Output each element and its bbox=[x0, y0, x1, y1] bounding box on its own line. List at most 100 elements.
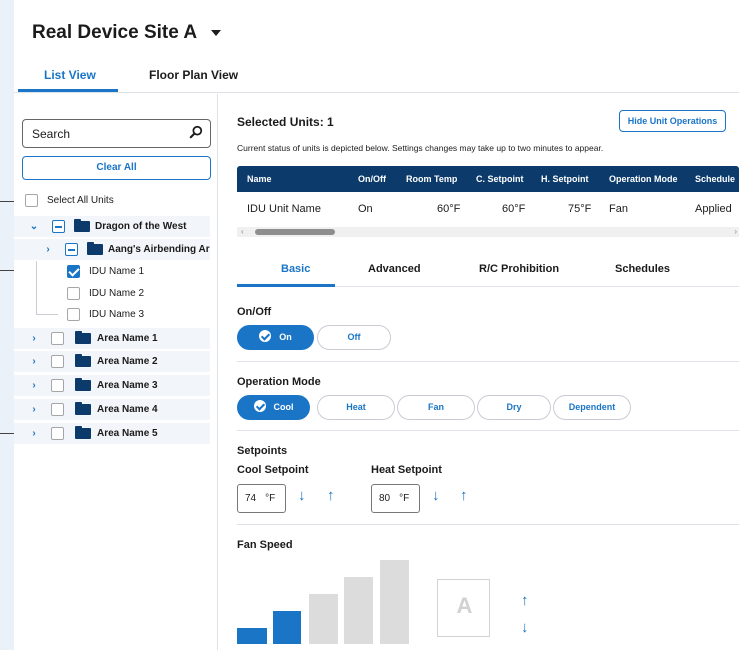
unit-row[interactable]: IDU Name 3 bbox=[14, 304, 210, 325]
arrow-up-icon[interactable]: ↑ bbox=[460, 487, 468, 504]
off-button[interactable]: Off bbox=[317, 325, 391, 350]
tab-floor-plan-view[interactable]: Floor Plan View bbox=[149, 68, 238, 82]
tab-schedules[interactable]: Schedules bbox=[615, 263, 670, 275]
subgroup-checkbox[interactable] bbox=[65, 243, 78, 256]
area-label: Area Name 1 bbox=[97, 333, 158, 344]
column-header[interactable]: Schedule bbox=[695, 174, 735, 184]
view-tabs: List View Floor Plan View bbox=[14, 58, 739, 93]
arrow-up-icon[interactable]: ↑ bbox=[521, 592, 529, 609]
unit-checkbox[interactable] bbox=[67, 308, 80, 321]
search-icon[interactable] bbox=[189, 125, 203, 139]
area-checkbox[interactable] bbox=[51, 403, 64, 416]
area-checkbox[interactable] bbox=[51, 355, 64, 368]
table-row[interactable]: IDU Unit Name On 60°F 60°F 75°F Fan Appl… bbox=[237, 192, 739, 226]
unit-label: IDU Name 1 bbox=[89, 266, 145, 277]
tree-subgroup-row[interactable]: › Aang's Airbending Ar bbox=[14, 239, 210, 260]
select-all-row[interactable]: Select All Units bbox=[14, 190, 210, 211]
area-checkbox[interactable] bbox=[51, 332, 64, 345]
area-checkbox[interactable] bbox=[51, 379, 64, 392]
select-all-label: Select All Units bbox=[47, 195, 114, 206]
status-text: Current status of units is depicted belo… bbox=[237, 143, 604, 153]
hide-unit-operations-button[interactable]: Hide Unit Operations bbox=[619, 110, 726, 132]
chevron-right-icon[interactable]: › bbox=[29, 333, 39, 344]
folder-icon bbox=[75, 426, 91, 439]
on-button[interactable]: On bbox=[237, 325, 314, 350]
tree-group-row[interactable]: ⌄ Dragon of the West bbox=[14, 216, 210, 237]
area-label: Area Name 4 bbox=[97, 404, 158, 415]
chevron-right-icon[interactable]: › bbox=[29, 380, 39, 391]
heat-setpoint-input[interactable]: 80 °F bbox=[371, 484, 420, 513]
area-label: Area Name 2 bbox=[97, 356, 158, 367]
column-header[interactable]: C. Setpoint bbox=[476, 174, 524, 184]
chevron-right-icon[interactable]: › bbox=[29, 404, 39, 415]
fan-speed-label: Fan Speed bbox=[237, 539, 293, 551]
area-row[interactable]: › Area Name 2 bbox=[14, 351, 210, 372]
fan-speed-bar-1[interactable] bbox=[237, 628, 267, 644]
area-row[interactable]: › Area Name 3 bbox=[14, 375, 210, 396]
fan-speed-bar-3[interactable] bbox=[309, 594, 338, 644]
clear-all-button[interactable]: Clear All bbox=[22, 156, 211, 180]
fan-speed-auto-button[interactable]: A bbox=[437, 579, 490, 637]
unit-tree-panel: Search Clear All Select All Units ⌄ Drag… bbox=[14, 94, 218, 650]
tab-list-view[interactable]: List View bbox=[44, 68, 96, 82]
mode-dry-button[interactable]: Dry bbox=[477, 395, 551, 420]
fan-speed-bar-5[interactable] bbox=[380, 560, 409, 644]
scroll-right-icon[interactable]: › bbox=[734, 227, 737, 237]
column-header[interactable]: Room Temp bbox=[406, 174, 457, 184]
tab-basic[interactable]: Basic bbox=[281, 263, 310, 275]
on-label: On bbox=[279, 332, 292, 342]
area-row[interactable]: › Area Name 5 bbox=[14, 423, 210, 444]
chevron-right-icon[interactable]: › bbox=[29, 356, 39, 367]
chevron-right-icon[interactable]: › bbox=[43, 244, 53, 255]
search-input[interactable]: Search bbox=[22, 119, 211, 148]
app-window: Real Device Site A List View Floor Plan … bbox=[14, 0, 739, 650]
table-scrollbar[interactable]: ‹ › bbox=[237, 227, 739, 237]
cell-name: IDU Unit Name bbox=[247, 203, 321, 215]
chevron-right-icon[interactable]: › bbox=[29, 428, 39, 439]
unit-row[interactable]: IDU Name 1 bbox=[14, 261, 210, 282]
mode-heat-button[interactable]: Heat bbox=[317, 395, 395, 420]
tab-rc-prohibition[interactable]: R/C Prohibition bbox=[479, 263, 559, 275]
cell-operation-mode: Fan bbox=[609, 203, 628, 215]
chevron-down-icon[interactable]: ⌄ bbox=[29, 221, 39, 232]
scroll-left-icon[interactable]: ‹ bbox=[241, 227, 244, 237]
cool-setpoint-input[interactable]: 74 °F bbox=[237, 484, 286, 513]
cell-onoff: On bbox=[358, 203, 373, 215]
onoff-label: On/Off bbox=[237, 306, 272, 318]
site-header[interactable]: Real Device Site A bbox=[32, 22, 222, 44]
cell-heat-setpoint: 75°F bbox=[568, 203, 592, 215]
scroll-thumb[interactable] bbox=[255, 229, 335, 235]
unit-row[interactable]: IDU Name 2 bbox=[14, 283, 210, 304]
column-header[interactable]: Name bbox=[247, 174, 272, 184]
mode-dependent-button[interactable]: Dependent bbox=[553, 395, 631, 420]
tab-advanced[interactable]: Advanced bbox=[368, 263, 421, 275]
cell-cool-setpoint: 60°F bbox=[502, 203, 526, 215]
group-checkbox[interactable] bbox=[52, 220, 65, 233]
folder-icon bbox=[75, 354, 91, 367]
arrow-down-icon[interactable]: ↓ bbox=[521, 619, 529, 636]
area-checkbox[interactable] bbox=[51, 427, 64, 440]
unit-checkbox[interactable] bbox=[67, 287, 80, 300]
mode-fan-button[interactable]: Fan bbox=[397, 395, 475, 420]
folder-icon bbox=[75, 378, 91, 391]
column-header[interactable]: Operation Mode bbox=[609, 174, 678, 184]
fan-speed-bar-2[interactable] bbox=[273, 611, 301, 644]
area-label: Area Name 5 bbox=[97, 428, 158, 439]
folder-icon bbox=[75, 331, 91, 344]
heat-setpoint-value: 80 bbox=[379, 493, 391, 504]
heat-setpoint-label: Heat Setpoint bbox=[371, 464, 442, 476]
mode-cool-button[interactable]: Cool bbox=[237, 395, 310, 420]
select-all-checkbox[interactable] bbox=[25, 194, 38, 207]
column-header[interactable]: On/Off bbox=[358, 174, 386, 184]
area-row[interactable]: › Area Name 1 bbox=[14, 328, 210, 349]
arrow-up-icon[interactable]: ↑ bbox=[327, 487, 335, 504]
area-row[interactable]: › Area Name 4 bbox=[14, 399, 210, 420]
caret-down-icon[interactable] bbox=[211, 30, 222, 36]
arrow-down-icon[interactable]: ↓ bbox=[298, 487, 306, 504]
cool-setpoint-unit: °F bbox=[265, 493, 276, 504]
selected-units-count: Selected Units: 1 bbox=[237, 115, 334, 129]
fan-speed-bar-4[interactable] bbox=[344, 577, 373, 644]
unit-checkbox[interactable] bbox=[67, 265, 80, 278]
column-header[interactable]: H. Setpoint bbox=[541, 174, 589, 184]
arrow-down-icon[interactable]: ↓ bbox=[432, 487, 440, 504]
